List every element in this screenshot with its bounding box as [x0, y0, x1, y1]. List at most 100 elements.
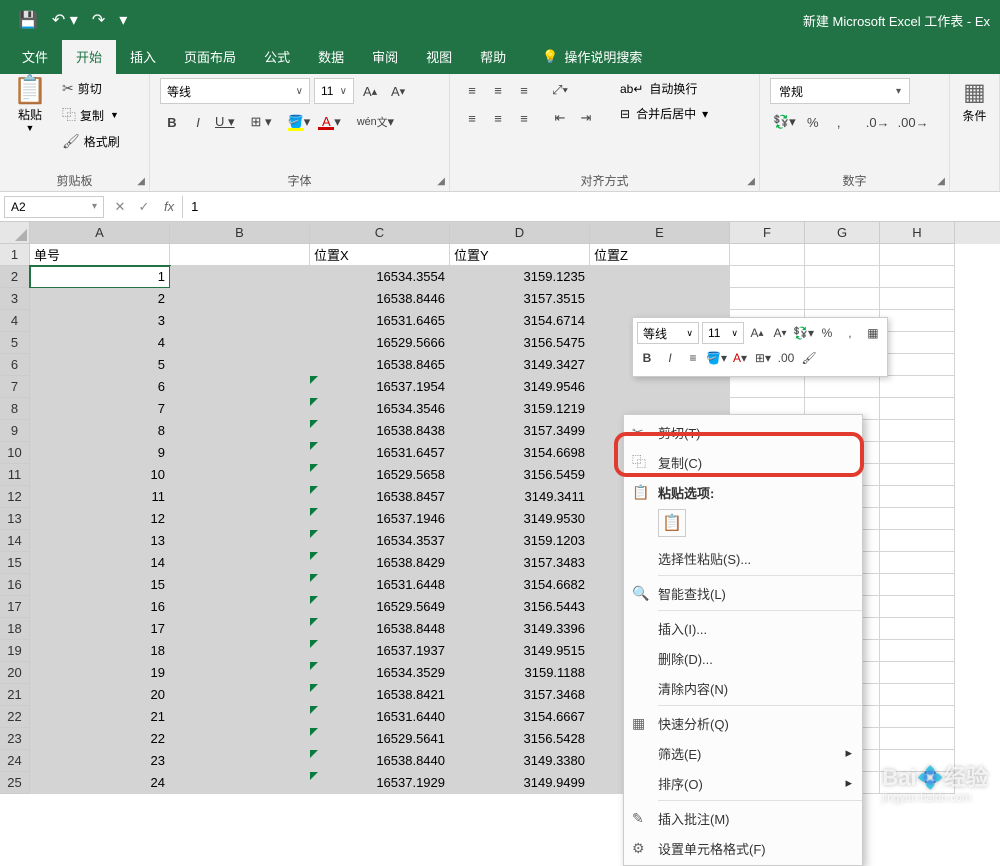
cell[interactable]	[805, 266, 880, 288]
cancel-formula-icon[interactable]: ✕	[108, 199, 132, 215]
cell[interactable]: 3149.3396	[450, 618, 590, 640]
cell[interactable]	[805, 288, 880, 310]
mini-increase-font-icon[interactable]: A▴	[747, 322, 767, 344]
underline-button[interactable]: U ▾	[212, 110, 238, 134]
cell[interactable]: 位置Y	[450, 244, 590, 266]
cell[interactable]	[880, 464, 955, 486]
cell[interactable]: 位置X	[310, 244, 450, 266]
cell[interactable]: 19	[30, 662, 170, 684]
clipboard-launcher-icon[interactable]: ◢	[137, 176, 145, 187]
mini-fill-color-button[interactable]: 🪣▾	[706, 347, 727, 369]
cm-delete[interactable]: 删除(D)...	[624, 643, 862, 673]
cell[interactable]: 3149.9546	[450, 376, 590, 398]
cell[interactable]: 24	[30, 772, 170, 794]
cell[interactable]	[730, 288, 805, 310]
cell[interactable]	[170, 288, 310, 310]
align-right-icon[interactable]: ≡	[512, 106, 536, 130]
number-format-dropdown[interactable]: 常规▾	[770, 78, 910, 104]
cell[interactable]	[880, 706, 955, 728]
cell[interactable]	[170, 618, 310, 640]
cm-copy[interactable]: ⿻复制(C)	[624, 447, 862, 477]
increase-font-icon[interactable]: A▴	[358, 79, 382, 103]
cell[interactable]	[170, 266, 310, 288]
cell[interactable]	[170, 486, 310, 508]
row-header[interactable]: 8	[0, 398, 30, 420]
cell[interactable]	[170, 354, 310, 376]
cell[interactable]	[880, 288, 955, 310]
row-header[interactable]: 2	[0, 266, 30, 288]
cell[interactable]: 16537.1954	[310, 376, 450, 398]
col-header[interactable]: H	[880, 222, 955, 244]
cm-clear[interactable]: 清除内容(N)	[624, 673, 862, 703]
cell[interactable]: 9	[30, 442, 170, 464]
tab-data[interactable]: 数据	[304, 39, 358, 74]
row-header[interactable]: 7	[0, 376, 30, 398]
cell[interactable]: 12	[30, 508, 170, 530]
fill-color-button[interactable]: 🪣▾	[285, 110, 314, 134]
align-top-icon[interactable]: ≡	[460, 78, 484, 102]
cell[interactable]: 16534.3529	[310, 662, 450, 684]
cell[interactable]: 3	[30, 310, 170, 332]
cell[interactable]: 3156.5475	[450, 332, 590, 354]
cell[interactable]	[880, 684, 955, 706]
mini-decrease-font-icon[interactable]: A▾	[770, 322, 790, 344]
copy-button[interactable]: ⿻复制▼	[58, 103, 124, 127]
cell[interactable]: 16538.8448	[310, 618, 450, 640]
cell[interactable]	[170, 332, 310, 354]
cell[interactable]	[730, 266, 805, 288]
alignment-launcher-icon[interactable]: ◢	[747, 176, 755, 187]
cell[interactable]: 11	[30, 486, 170, 508]
decrease-decimal-icon[interactable]: .00→	[895, 110, 932, 134]
row-header[interactable]: 19	[0, 640, 30, 662]
tab-layout[interactable]: 页面布局	[170, 39, 250, 74]
cell[interactable]: 18	[30, 640, 170, 662]
cell[interactable]: 16537.1937	[310, 640, 450, 662]
format-painter-button[interactable]: 🖌格式刷	[58, 131, 124, 152]
cell[interactable]: 14	[30, 552, 170, 574]
cell[interactable]: 17	[30, 618, 170, 640]
cell[interactable]: 单号	[30, 244, 170, 266]
fx-icon[interactable]: fx	[156, 199, 182, 214]
cell[interactable]: 16529.5641	[310, 728, 450, 750]
row-header[interactable]: 18	[0, 618, 30, 640]
row-header[interactable]: 13	[0, 508, 30, 530]
number-launcher-icon[interactable]: ◢	[937, 176, 945, 187]
cell[interactable]: 16531.6440	[310, 706, 450, 728]
mini-accounting-icon[interactable]: 💱▾	[793, 322, 814, 344]
cell[interactable]	[880, 244, 955, 266]
cell[interactable]: 3149.9499	[450, 772, 590, 794]
bold-button[interactable]: B	[160, 110, 184, 134]
mini-align-icon[interactable]: ≡	[683, 347, 703, 369]
cell[interactable]: 21	[30, 706, 170, 728]
cell[interactable]	[170, 706, 310, 728]
cell[interactable]: 3149.3411	[450, 486, 590, 508]
cell[interactable]: 3154.6698	[450, 442, 590, 464]
tab-insert[interactable]: 插入	[116, 39, 170, 74]
cell[interactable]	[170, 640, 310, 662]
cm-smart-lookup[interactable]: 🔍智能查找(L)	[624, 578, 862, 608]
col-header[interactable]: E	[590, 222, 730, 244]
cm-filter[interactable]: 筛选(E)▸	[624, 738, 862, 768]
select-all-button[interactable]	[0, 222, 30, 244]
cell[interactable]: 3157.3468	[450, 684, 590, 706]
orientation-icon[interactable]: ⤢▾	[548, 78, 572, 102]
cell[interactable]: 10	[30, 464, 170, 486]
row-header[interactable]: 6	[0, 354, 30, 376]
merge-center-button[interactable]: ⊟合并后居中 ▾	[618, 103, 710, 124]
cell[interactable]: 16531.6457	[310, 442, 450, 464]
cell[interactable]: 16529.5658	[310, 464, 450, 486]
cell[interactable]: 13	[30, 530, 170, 552]
cm-insert-comment[interactable]: ✎插入批注(M)	[624, 803, 862, 833]
cell[interactable]: 3157.3483	[450, 552, 590, 574]
row-header[interactable]: 1	[0, 244, 30, 266]
cell[interactable]: 3159.1219	[450, 398, 590, 420]
cell[interactable]: 16531.6465	[310, 310, 450, 332]
cell[interactable]: 4	[30, 332, 170, 354]
cell[interactable]: 3157.3499	[450, 420, 590, 442]
formula-input[interactable]: 1	[182, 196, 1000, 218]
cell[interactable]: 16534.3554	[310, 266, 450, 288]
mini-percent-icon[interactable]: %	[817, 322, 837, 344]
decrease-indent-icon[interactable]: ⇤	[548, 106, 572, 130]
cm-paste-special[interactable]: 选择性粘贴(S)...	[624, 543, 862, 573]
tab-home[interactable]: 开始	[62, 39, 116, 74]
